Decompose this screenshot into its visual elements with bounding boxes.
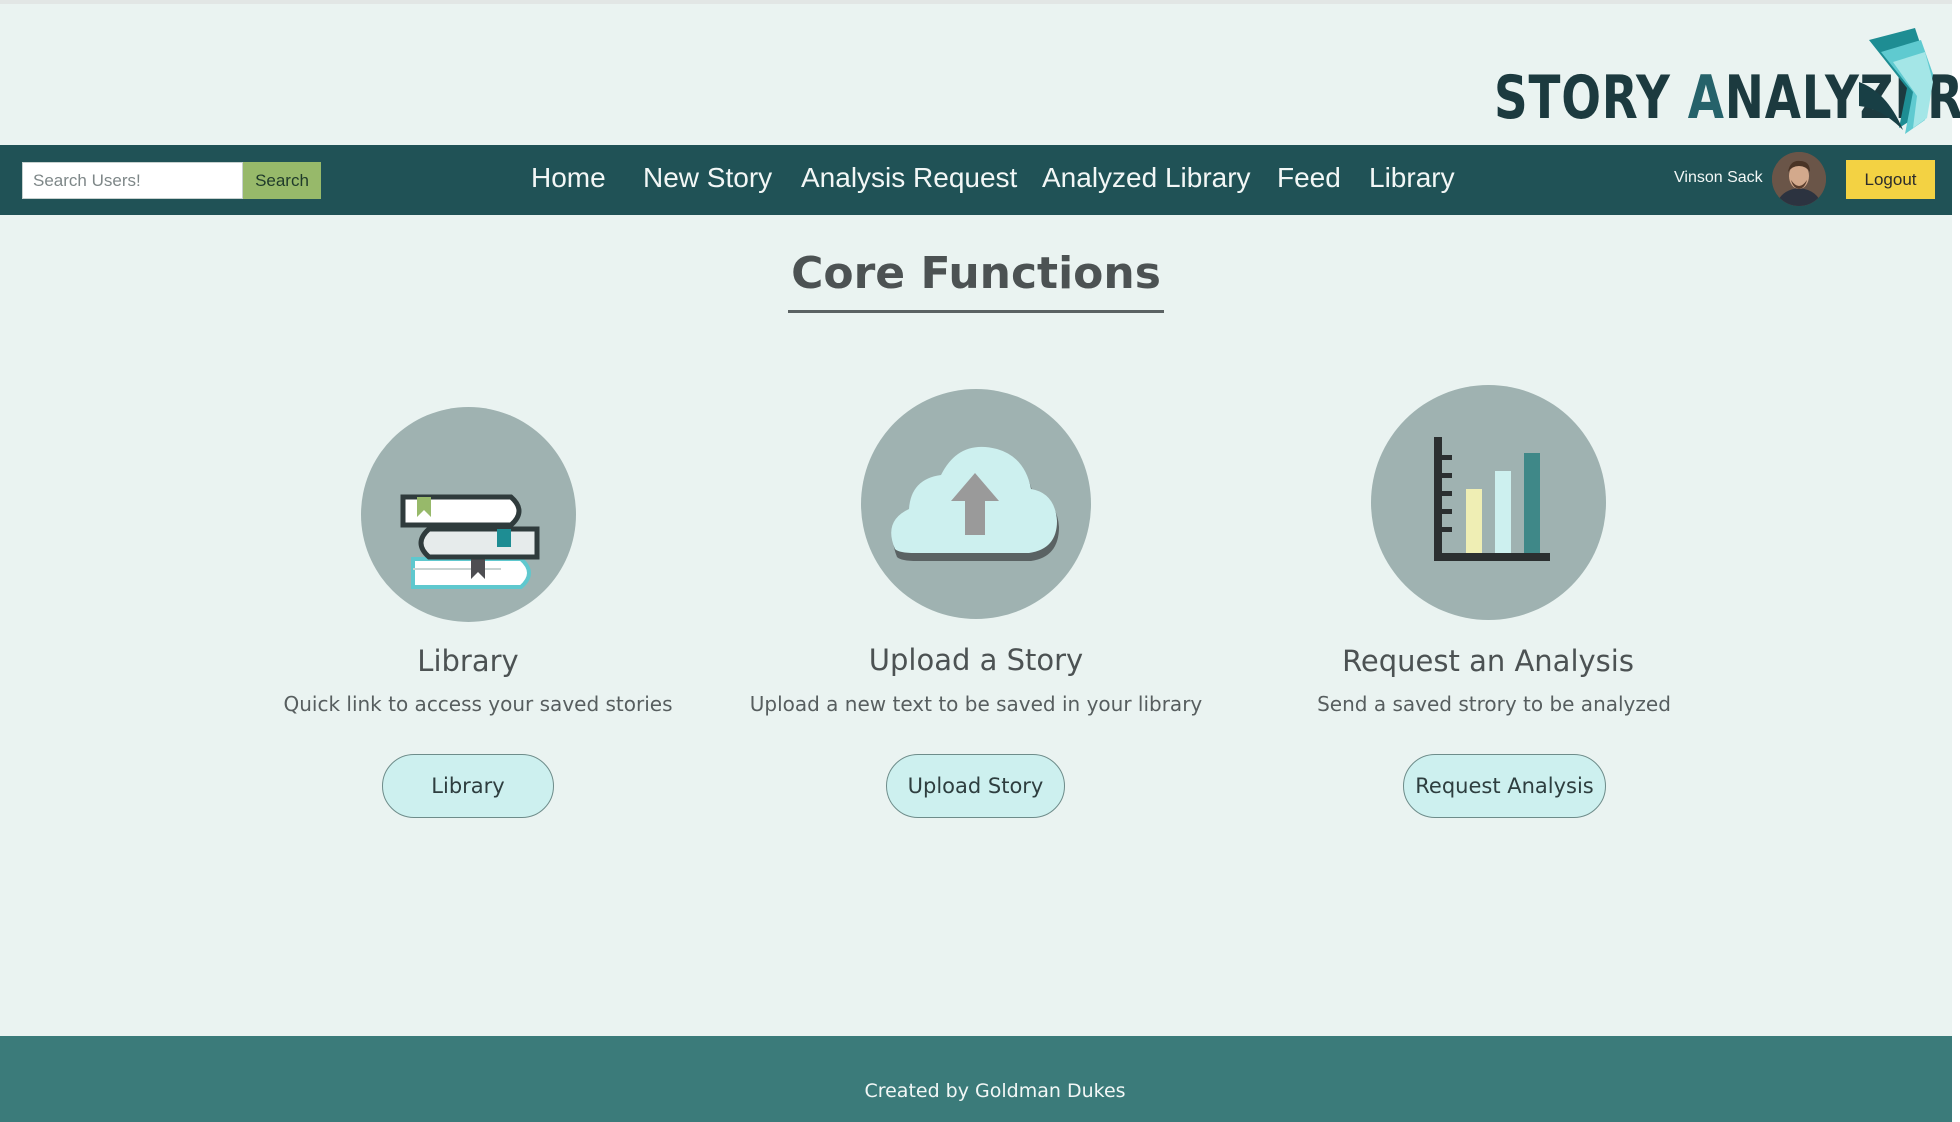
nav-new-story[interactable]: New Story [643,162,772,194]
logo-word-story: STORY [1494,63,1671,133]
header: STORY ANALYZER [0,8,1960,145]
nav-analysis-request[interactable]: Analysis Request [801,162,1017,194]
nav-feed[interactable]: Feed [1277,162,1341,194]
page: STORY ANALYZER Search Home New Story Ana… [0,0,1960,1122]
upload-story-button[interactable]: Upload Story [886,754,1065,818]
analysis-card-icon-circle [1371,385,1606,620]
analysis-card-description: Send a saved strory to be analyzed [1317,692,1671,716]
upload-card-title: Upload a Story [868,643,1084,677]
upload-card-description: Upload a new text to be saved in your li… [749,692,1203,716]
request-analysis-button[interactable]: Request Analysis [1403,754,1606,818]
book-pages-logo-icon [1859,28,1933,134]
user-name[interactable]: Vinson Sack [1674,169,1763,187]
analysis-card-title: Request an Analysis [1342,644,1634,678]
library-card-icon-circle [361,407,576,622]
main-nav: Home New Story Analysis Request Analyzed… [0,145,1952,215]
avatar[interactable] [1772,152,1826,206]
title-underline [788,310,1164,313]
user-avatar-icon [1772,152,1826,206]
footer: Created by Goldman Dukes [0,1036,1952,1122]
footer-credit: Created by Goldman Dukes [864,1080,1126,1102]
upload-card-icon-circle [861,389,1091,619]
page-title: Core Functions [791,248,1161,299]
story-analyzer-logo[interactable]: STORY ANALYZER [1494,22,1960,137]
bar-chart-icon [1434,437,1550,561]
nav-library[interactable]: Library [1369,162,1455,194]
nav-analyzed-library[interactable]: Analyzed Library [1042,162,1251,194]
library-card-description: Quick link to access your saved stories [283,692,673,716]
navbar: Search Home New Story Analysis Request A… [0,145,1952,215]
logout-button[interactable]: Logout [1846,160,1935,199]
library-button[interactable]: Library [382,754,554,818]
cloud-upload-icon [891,446,1059,561]
library-card-title: Library [417,644,519,678]
nav-home[interactable]: Home [531,162,606,194]
books-icon [400,494,540,589]
logo-word-analyzer-initial: A [1687,63,1725,133]
